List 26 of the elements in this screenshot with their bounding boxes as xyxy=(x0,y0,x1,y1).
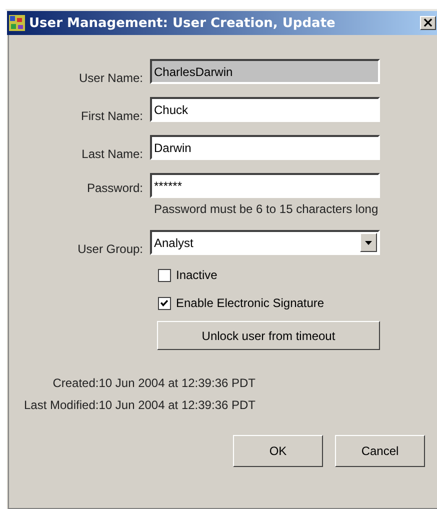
checkbox[interactable] xyxy=(158,268,171,282)
window-title: User Management: User Creation, Update xyxy=(29,16,336,30)
app-logo-icon xyxy=(9,15,25,31)
field-label: User Name: xyxy=(78,71,143,85)
input-field: CharlesDarwin xyxy=(150,59,380,84)
input-field[interactable]: Darwin xyxy=(150,135,380,160)
dialog-button[interactable]: OK xyxy=(233,435,323,467)
field-label: User Group: xyxy=(78,242,143,256)
info-label: Last Modified: xyxy=(24,398,99,412)
field-label: Password: xyxy=(86,180,143,194)
checkbox[interactable] xyxy=(158,296,171,310)
dropdown-arrow-icon xyxy=(365,240,372,244)
field-label: Last Name: xyxy=(82,147,143,161)
timestamp-text: 10 Jun 2004 at 12:39:36 PDT xyxy=(98,398,256,412)
password-field[interactable]: ****** xyxy=(150,173,380,198)
password-hint: Password must be 6 to 15 characters long xyxy=(154,202,380,216)
input-field[interactable]: Chuck xyxy=(150,97,380,122)
close-button[interactable]: × xyxy=(420,16,436,30)
timestamp-text: 10 Jun 2004 at 12:39:36 PDT xyxy=(98,376,256,390)
unlock-button[interactable]: Unlock user from timeout xyxy=(157,321,380,350)
checkbox-label: Inactive xyxy=(176,268,218,282)
group-dropdown[interactable]: Analyst xyxy=(150,230,380,255)
info-label: Created: xyxy=(52,376,99,390)
field-label: First Name: xyxy=(80,109,143,123)
dialog-button[interactable]: Cancel xyxy=(335,435,425,467)
checkbox-label: Enable Electronic Signature xyxy=(176,296,324,310)
